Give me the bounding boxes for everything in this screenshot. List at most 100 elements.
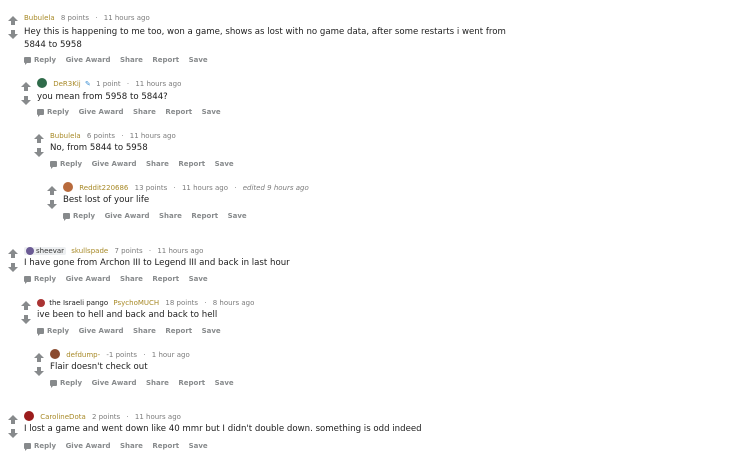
comment-points: 1 point bbox=[96, 80, 121, 88]
upvote-arrow-icon[interactable] bbox=[47, 186, 59, 196]
meta-separator: · bbox=[148, 247, 152, 255]
upvote-arrow-icon[interactable] bbox=[8, 415, 20, 425]
meta-separator: · bbox=[204, 299, 207, 307]
user-flair: the Israeli pango bbox=[49, 299, 109, 307]
report-button[interactable]: Report bbox=[165, 108, 192, 116]
comment-author[interactable]: Reddit220686 bbox=[79, 184, 128, 192]
reply-button[interactable]: Reply bbox=[50, 379, 82, 388]
comment-author[interactable]: PsychoMUCH bbox=[113, 299, 159, 307]
downvote-arrow-icon[interactable] bbox=[21, 96, 33, 106]
report-button[interactable]: Report bbox=[152, 275, 179, 283]
reply-button[interactable]: Reply bbox=[24, 56, 56, 65]
save-button[interactable]: Save bbox=[189, 275, 208, 283]
avatar[interactable] bbox=[50, 349, 60, 359]
reply-button[interactable]: Reply bbox=[24, 442, 56, 451]
comment-bubble-icon bbox=[50, 161, 57, 169]
comment-author[interactable]: Bubulela bbox=[50, 132, 81, 140]
comment-body: I have gone from Archon III to Legend II… bbox=[24, 258, 290, 268]
avatar[interactable] bbox=[24, 411, 34, 421]
share-button[interactable]: Share bbox=[133, 108, 156, 116]
share-button[interactable]: Share bbox=[146, 160, 169, 168]
give-award-button[interactable]: Give Award bbox=[79, 108, 124, 116]
report-button[interactable]: Report bbox=[165, 327, 192, 335]
comment-time[interactable]: 1 hour ago bbox=[152, 351, 190, 359]
comment-author[interactable]: CarolineDota bbox=[40, 413, 86, 421]
save-button[interactable]: Save bbox=[202, 108, 221, 116]
comment-time[interactable]: 11 hours ago bbox=[182, 184, 228, 192]
give-award-button[interactable]: Give Award bbox=[105, 212, 150, 220]
upvote-arrow-icon[interactable] bbox=[8, 249, 20, 259]
upvote-arrow-icon[interactable] bbox=[8, 16, 20, 26]
comment-bubble-icon bbox=[37, 328, 44, 336]
report-button[interactable]: Report bbox=[152, 442, 179, 450]
reply-button[interactable]: Reply bbox=[63, 212, 95, 221]
comment-meta: sheevar skullspade 7 points · 11 hours a… bbox=[24, 245, 203, 257]
comment-body: ive been to hell and back and back to he… bbox=[37, 310, 218, 320]
share-button[interactable]: Share bbox=[120, 56, 143, 64]
save-button[interactable]: Save bbox=[189, 442, 208, 450]
comment-meta: the Israeli pango PsychoMUCH 18 points ·… bbox=[37, 297, 254, 309]
comment-meta: Reddit220686 13 points · 11 hours ago · … bbox=[63, 182, 309, 194]
downvote-arrow-icon[interactable] bbox=[21, 315, 33, 325]
comment-actions: Reply Give Award Share Report Save bbox=[24, 54, 215, 66]
save-button[interactable]: Save bbox=[215, 160, 234, 168]
comment-time[interactable]: 11 hours ago bbox=[157, 247, 203, 255]
share-button[interactable]: Share bbox=[133, 327, 156, 335]
downvote-arrow-icon[interactable] bbox=[47, 200, 59, 210]
comment-author[interactable]: defdump- bbox=[66, 351, 100, 359]
report-button[interactable]: Report bbox=[178, 160, 205, 168]
meta-separator: · bbox=[126, 80, 130, 88]
upvote-arrow-icon[interactable] bbox=[34, 134, 46, 144]
reply-button[interactable]: Reply bbox=[37, 108, 69, 117]
downvote-arrow-icon[interactable] bbox=[8, 263, 20, 273]
comment-body: Hey this is happening to me too, won a g… bbox=[24, 27, 506, 50]
comment-time[interactable]: 11 hours ago bbox=[130, 132, 176, 140]
reply-button[interactable]: Reply bbox=[24, 275, 56, 284]
avatar[interactable] bbox=[63, 182, 73, 192]
comment-bubble-icon bbox=[37, 109, 44, 117]
comment-meta: DeR3Kij ✎ 1 point · 11 hours ago bbox=[37, 78, 181, 90]
comment-time[interactable]: 11 hours ago bbox=[104, 14, 150, 22]
save-button[interactable]: Save bbox=[228, 212, 247, 220]
comment-author[interactable]: Bubulela bbox=[24, 14, 55, 22]
flair-icon bbox=[37, 299, 45, 307]
share-button[interactable]: Share bbox=[159, 212, 182, 220]
give-award-button[interactable]: Give Award bbox=[79, 327, 124, 335]
downvote-arrow-icon[interactable] bbox=[8, 30, 20, 40]
downvote-arrow-icon[interactable] bbox=[34, 148, 46, 158]
comment-body: Best lost of your life bbox=[63, 195, 150, 205]
comment-time[interactable]: 11 hours ago bbox=[135, 80, 181, 88]
give-award-button[interactable]: Give Award bbox=[66, 56, 111, 64]
give-award-button[interactable]: Give Award bbox=[66, 275, 111, 283]
upvote-arrow-icon[interactable] bbox=[21, 82, 33, 92]
downvote-arrow-icon[interactable] bbox=[8, 429, 20, 439]
downvote-arrow-icon[interactable] bbox=[34, 367, 46, 377]
comment-author[interactable]: skullspade bbox=[71, 247, 108, 255]
comment-author[interactable]: DeR3Kij bbox=[53, 80, 81, 88]
report-button[interactable]: Report bbox=[178, 379, 205, 387]
reply-button[interactable]: Reply bbox=[50, 160, 82, 169]
share-button[interactable]: Share bbox=[146, 379, 169, 387]
share-button[interactable]: Share bbox=[120, 442, 143, 450]
save-button[interactable]: Save bbox=[202, 327, 221, 335]
meta-separator: · bbox=[126, 413, 129, 421]
comment-time[interactable]: 8 hours ago bbox=[213, 299, 255, 307]
give-award-button[interactable]: Give Award bbox=[66, 442, 111, 450]
comment-points: 2 points bbox=[92, 413, 121, 421]
meta-separator: · bbox=[234, 184, 237, 192]
comment-body: No, from 5844 to 5958 bbox=[50, 143, 148, 153]
save-button[interactable]: Save bbox=[189, 56, 208, 64]
give-award-button[interactable]: Give Award bbox=[92, 379, 137, 387]
comment-time[interactable]: 11 hours ago bbox=[135, 413, 181, 421]
avatar[interactable] bbox=[37, 78, 47, 88]
upvote-arrow-icon[interactable] bbox=[34, 353, 46, 363]
share-button[interactable]: Share bbox=[120, 275, 143, 283]
report-button[interactable]: Report bbox=[191, 212, 218, 220]
save-button[interactable]: Save bbox=[215, 379, 234, 387]
upvote-arrow-icon[interactable] bbox=[21, 301, 33, 311]
flair-icon bbox=[26, 247, 34, 255]
report-button[interactable]: Report bbox=[152, 56, 179, 64]
give-award-button[interactable]: Give Award bbox=[92, 160, 137, 168]
comment-actions: Reply Give Award Share Report Save bbox=[24, 273, 215, 285]
reply-button[interactable]: Reply bbox=[37, 327, 69, 336]
